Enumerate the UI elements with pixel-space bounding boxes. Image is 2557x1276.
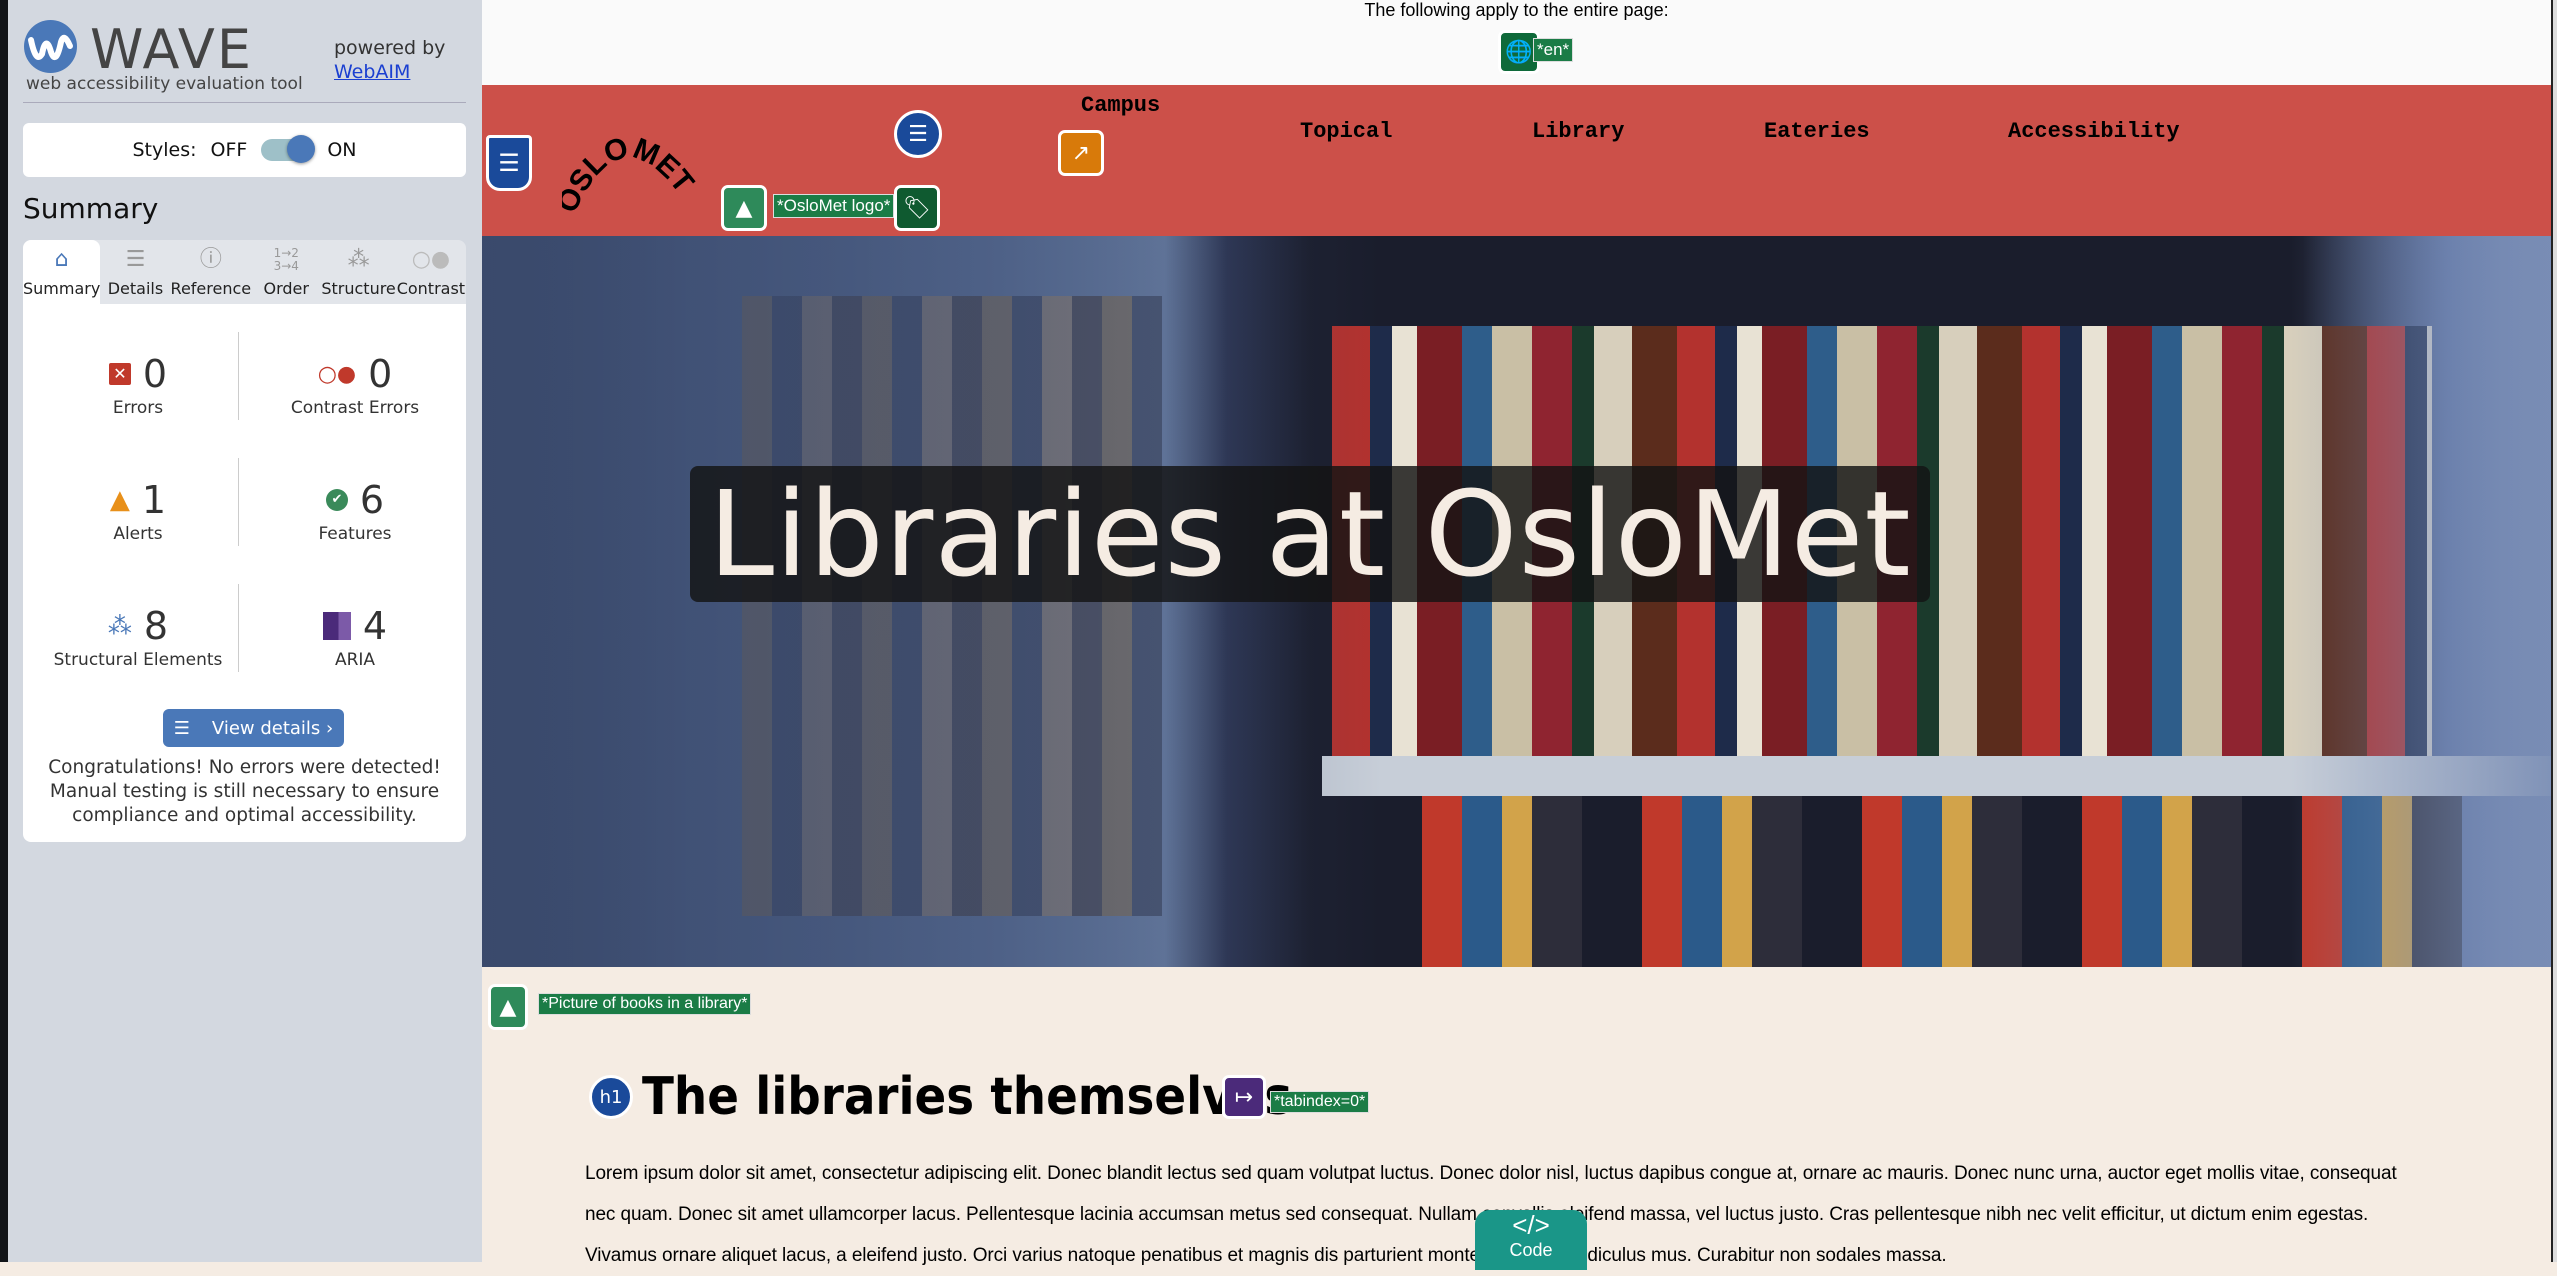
stat-structural[interactable]: ⁂ 8 Structural Elements	[38, 604, 238, 670]
code-toggle-button[interactable]: </> Code	[1475, 1210, 1587, 1270]
code-label: Code	[1509, 1240, 1553, 1260]
page-level-annotations: The following apply to the entire page: …	[482, 0, 2551, 85]
congrats-message: Congratulations! No errors were detected…	[48, 757, 441, 826]
sidebar-tabs: ⌂ Summary ☰ Details ⓘ Reference 1→2 3→4 Order…	[23, 240, 466, 304]
stat-label: Features	[318, 524, 392, 544]
tab-summary[interactable]: ⌂ Summary	[23, 240, 101, 304]
wave-sidebar: WAVE web accessibility evaluation tool p…	[0, 0, 482, 1262]
hero-image: Libraries at OsloMet	[482, 236, 2551, 967]
summary-heading: Summary	[23, 192, 159, 225]
nav-campus[interactable]: Campus	[1081, 93, 1160, 118]
document-icon[interactable]: ☰	[486, 135, 532, 191]
stat-contrast-errors[interactable]: ○● 0 Contrast Errors	[255, 352, 455, 418]
aria-icon	[322, 612, 351, 640]
tab-structure[interactable]: ⁂ Structure	[321, 240, 395, 304]
applies-text: The following apply to the entire page:	[1364, 0, 1669, 20]
styles-label: Styles:	[132, 139, 197, 161]
stat-count: 4	[362, 604, 388, 648]
hero-alt-label: *Picture of books in a library*	[538, 993, 752, 1015]
tab-label: Summary	[23, 279, 101, 298]
stat-label: ARIA	[334, 650, 376, 670]
divider	[238, 584, 239, 672]
tabindex-label: *tabindex=0*	[1270, 1091, 1370, 1113]
tab-reference[interactable]: ⓘ Reference	[171, 240, 252, 304]
scrollbar[interactable]	[2551, 0, 2557, 1262]
stat-label: Contrast Errors	[290, 398, 420, 418]
h1-icon[interactable]: h1	[589, 1075, 633, 1119]
stat-alerts[interactable]: ▲ 1 Alerts	[38, 478, 238, 544]
tab-label: Reference	[170, 279, 252, 298]
powered-by-text: powered by	[334, 37, 446, 59]
image-alt-icon[interactable]: ▲	[721, 185, 767, 231]
stat-count: 8	[143, 604, 169, 648]
h1-badge: h1	[599, 1086, 623, 1108]
logo-alt-label: *OsloMet logo*	[773, 194, 895, 218]
styles-toggle[interactable]	[261, 135, 316, 163]
styles-off-label: OFF	[210, 139, 248, 161]
list-navigation-icon[interactable]: ☰	[894, 110, 942, 158]
view-details-label: View details ›	[211, 717, 334, 739]
nav-library[interactable]: Library	[1532, 119, 1624, 144]
svg-text:OSLOMET: OSLOMET	[562, 131, 700, 218]
home-icon: ⌂	[54, 247, 69, 272]
styles-on-label: ON	[327, 139, 357, 161]
oslomet-logo[interactable]: OSLOMET	[550, 115, 700, 218]
stat-count: 6	[359, 478, 385, 522]
stat-errors[interactable]: ✕ 0 Errors	[38, 352, 238, 418]
styles-toggle-box: Styles: OFF ON	[23, 123, 466, 177]
stat-count: 0	[368, 352, 393, 396]
nav-accessibility[interactable]: Accessibility	[2008, 119, 2180, 144]
section-heading: The libraries themselves	[642, 1067, 1293, 1127]
stat-count: 1	[141, 478, 167, 522]
tab-details[interactable]: ☰ Details	[100, 240, 170, 304]
nav-eateries[interactable]: Eateries	[1764, 119, 1870, 144]
tab-label: Contrast	[396, 279, 466, 298]
stat-aria[interactable]: 4 ARIA	[255, 604, 455, 670]
stat-label: Structural Elements	[53, 650, 223, 670]
webaim-link[interactable]: WebAIM	[334, 61, 410, 83]
summary-panel: ✕ 0 Errors ○● 0 Contrast Errors ▲ 1 Alerts ✔ 6 F…	[23, 304, 466, 842]
structure-icon: ⁂	[107, 612, 132, 640]
image-alt-icon[interactable]: ▲	[488, 984, 528, 1030]
contrast-icon: ○●	[411, 247, 451, 272]
wave-brand: WAVE	[90, 18, 253, 81]
structure-icon: ⁂	[347, 247, 370, 272]
code-icon: </>	[1512, 1210, 1550, 1240]
feature-icon: ✔	[325, 489, 348, 511]
tab-label: Structure	[321, 279, 396, 298]
nav-topical[interactable]: Topical	[1300, 119, 1392, 144]
hero-blur	[2291, 236, 2551, 967]
toggle-knob	[287, 135, 316, 163]
stat-features[interactable]: ✔ 6 Features	[255, 478, 455, 544]
tag-icon[interactable]: 🏷	[894, 185, 940, 231]
alert-icon: ▲	[109, 485, 130, 515]
tab-label: Details	[107, 279, 164, 298]
stat-label: Alerts	[113, 524, 163, 544]
stat-count: 0	[142, 352, 168, 396]
info-icon: ⓘ	[199, 247, 222, 272]
divider	[238, 458, 239, 546]
tabindex-icon[interactable]: ↦	[1222, 1075, 1266, 1119]
tab-order[interactable]: 1→2 3→4 Order	[251, 240, 321, 304]
divider	[23, 102, 466, 103]
error-icon: ✕	[108, 363, 131, 385]
divider	[238, 332, 239, 420]
list-icon: ☰	[125, 247, 146, 272]
tab-contrast[interactable]: ○● Contrast	[396, 240, 466, 304]
list-icon: ☰	[173, 717, 190, 739]
site-nav: ☰ OSLOMET ☰ ↗ ▲ *OsloMet logo* 🏷 Campus …	[482, 85, 2551, 236]
hero-title: Libraries at OsloMet	[690, 465, 1930, 603]
tab-label: Order	[263, 279, 309, 298]
powered-by: powered by WebAIM	[334, 36, 445, 84]
lang-label: *en*	[1533, 38, 1574, 62]
redundant-link-alert-icon[interactable]: ↗	[1058, 130, 1104, 176]
view-details-button[interactable]: ☰ View details ›	[163, 709, 344, 747]
contrast-error-icon: ○●	[317, 361, 357, 387]
order-icon: 1→2 3→4	[273, 246, 299, 273]
wave-tagline: web accessibility evaluation tool	[26, 74, 303, 94]
wave-logo-icon	[24, 20, 77, 73]
stat-label: Errors	[112, 398, 164, 418]
